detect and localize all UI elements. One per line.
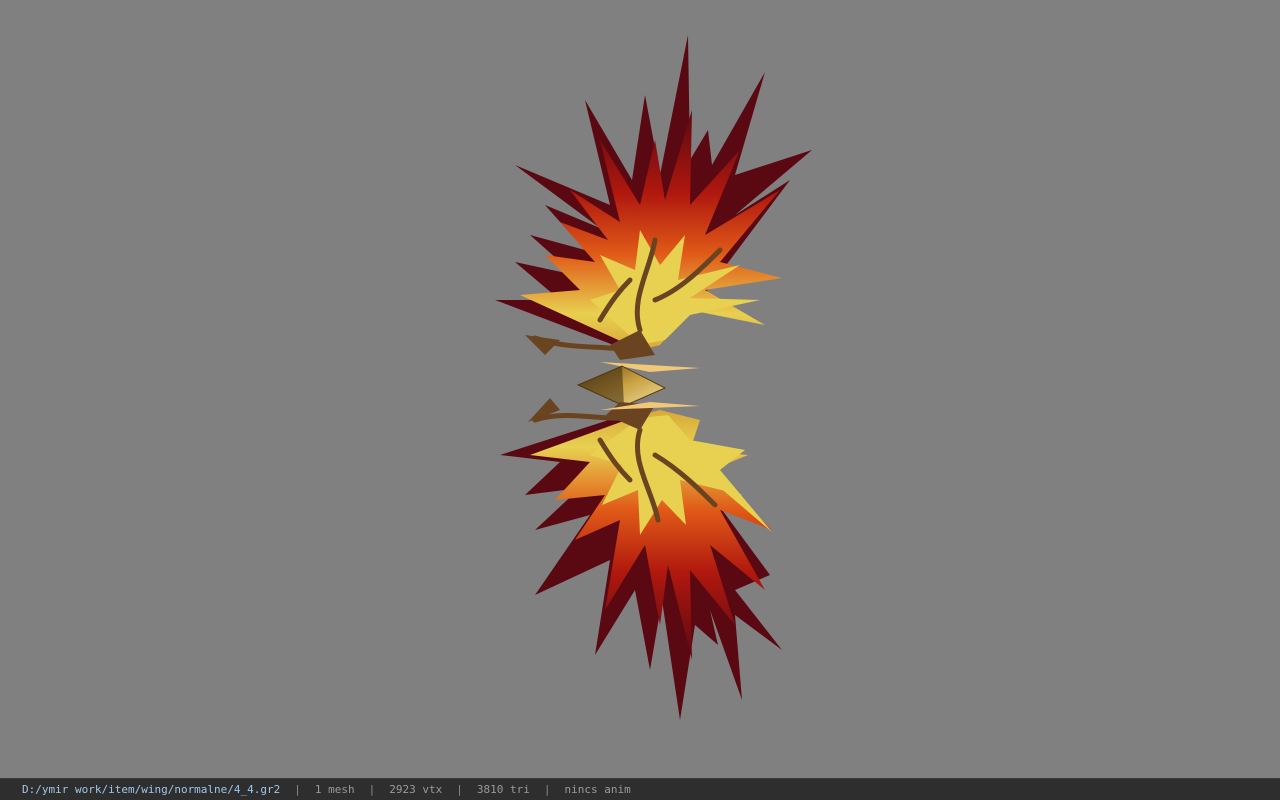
- status-triangle-count: 3810 tri: [476, 783, 530, 796]
- status-animation: nincs anim: [564, 783, 631, 796]
- status-vertex-count: 2923 vtx: [389, 783, 443, 796]
- status-separator: |: [543, 783, 551, 796]
- status-separator: |: [368, 783, 376, 796]
- status-mesh-count: 1 mesh: [314, 783, 355, 796]
- status-separator: |: [294, 783, 301, 796]
- status-file-path: D:/ymir work/item/wing/normalne/4_4.gr2: [22, 783, 281, 796]
- 3d-viewport[interactable]: [0, 0, 1280, 778]
- status-bar: D:/ymir work/item/wing/normalne/4_4.gr2 …: [0, 778, 1280, 800]
- status-separator: |: [456, 783, 463, 796]
- phoenix-wing-model: [495, 35, 812, 720]
